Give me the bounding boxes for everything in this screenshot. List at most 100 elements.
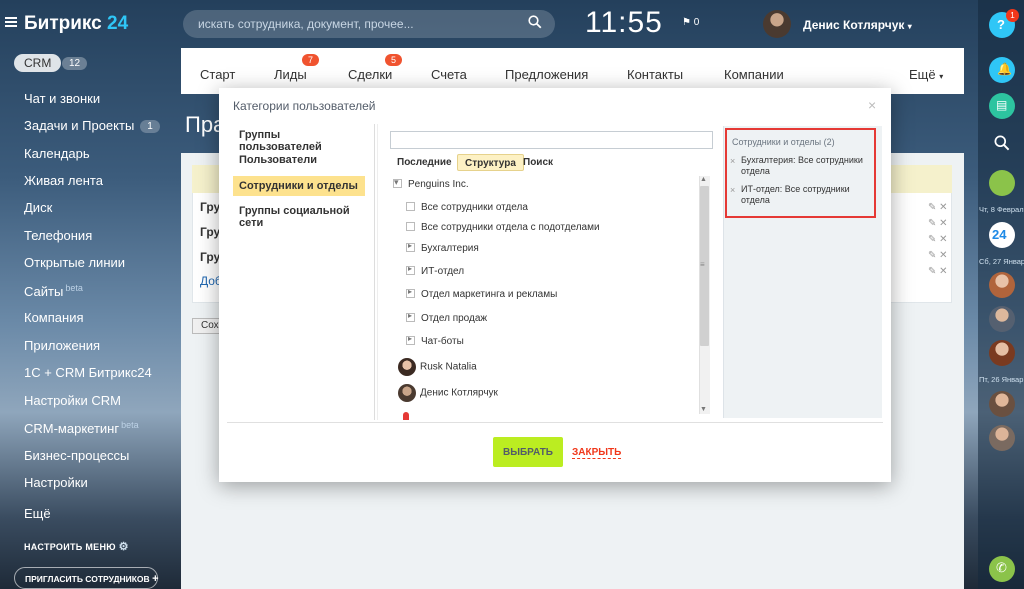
tab-deals[interactable]: Сделки 5 bbox=[348, 54, 403, 82]
sidebar-item[interactable]: Компания bbox=[24, 310, 84, 325]
expand-icon[interactable] bbox=[406, 287, 415, 298]
avatar[interactable] bbox=[989, 340, 1015, 366]
close-button[interactable]: ЗАКРЫТЬ bbox=[572, 447, 622, 459]
selected-item[interactable]: × ИТ-отдел: Все сотрудники отдела bbox=[730, 184, 870, 206]
user-name: Денис Котлярчук bbox=[803, 18, 905, 32]
tab-invoices[interactable]: Счета bbox=[431, 67, 467, 82]
menu-icon[interactable] bbox=[5, 17, 17, 27]
tab-recent[interactable]: Последние bbox=[390, 154, 459, 171]
phone-icon[interactable]: ✆ bbox=[989, 556, 1015, 582]
dept-it[interactable]: ИТ-отдел bbox=[406, 264, 465, 277]
configure-menu-link[interactable]: НАСТРОИТЬ МЕНЮ ⚙ bbox=[24, 540, 129, 553]
dept-sales[interactable]: Отдел продаж bbox=[406, 311, 487, 324]
close-icon[interactable]: × bbox=[868, 97, 876, 113]
expand-icon[interactable] bbox=[406, 334, 415, 345]
sidebar-item-label: Компания bbox=[24, 310, 84, 325]
user-menu[interactable]: Денис Котлярчук ▾ bbox=[803, 18, 912, 32]
logo-text: Битрикс bbox=[24, 13, 102, 34]
sidebar-item[interactable]: Сайты beta bbox=[24, 283, 83, 299]
sidebar-item-label: Сайты bbox=[24, 284, 64, 299]
avatar bbox=[398, 384, 416, 402]
sidebar-item-crm[interactable]: CRM bbox=[14, 54, 62, 72]
avatar[interactable] bbox=[989, 391, 1015, 417]
edit-delete-icons[interactable]: ✎ ✕ bbox=[928, 250, 948, 261]
remove-icon[interactable]: × bbox=[730, 185, 735, 196]
selected-item[interactable]: × Бухгалтерия: Все сотрудники отдела bbox=[730, 155, 870, 177]
bitrix24-icon[interactable]: 24 bbox=[989, 222, 1015, 248]
dialog-title: Категории пользователей bbox=[233, 99, 376, 113]
category-employees-departments[interactable]: Сотрудники и отделы bbox=[233, 176, 365, 196]
collapse-icon[interactable] bbox=[393, 177, 402, 188]
sidebar-item[interactable]: Телефония bbox=[24, 228, 92, 243]
checkbox[interactable] bbox=[406, 222, 415, 231]
search-icon[interactable] bbox=[994, 135, 1010, 151]
search-icon[interactable] bbox=[528, 15, 542, 29]
sidebar-item[interactable]: Открытые линии bbox=[24, 255, 125, 270]
tab-structure[interactable]: Структура bbox=[457, 154, 524, 171]
sidebar-item[interactable]: Настройки CRM bbox=[24, 393, 121, 408]
logo[interactable]: Битрикс 24 bbox=[24, 13, 128, 35]
dept-label: ИТ-отдел bbox=[421, 266, 465, 277]
person-item[interactable]: Rusk Natalia bbox=[398, 358, 477, 376]
edit-delete-icons[interactable]: ✎ ✕ bbox=[928, 202, 948, 213]
scroll-up-icon[interactable]: ▲ bbox=[700, 176, 707, 183]
tab-start[interactable]: Старт bbox=[200, 67, 235, 82]
tab-label: Счета bbox=[431, 67, 467, 82]
tab-quotes[interactable]: Предложения bbox=[505, 67, 588, 82]
dept-accounting[interactable]: Бухгалтерия bbox=[406, 241, 479, 254]
sidebar-item[interactable]: Живая лента bbox=[24, 173, 103, 188]
avatar[interactable] bbox=[989, 272, 1015, 298]
option-all-dept-sub[interactable]: Все сотрудники отдела с подотделами bbox=[406, 222, 600, 233]
expand-icon[interactable] bbox=[406, 241, 415, 252]
tree-root[interactable]: Penguins Inc. bbox=[393, 177, 469, 190]
sidebar-item[interactable]: 1С + CRM Битрикс24 bbox=[24, 365, 152, 380]
invite-button[interactable]: ПРИГЛАСИТЬ СОТРУДНИКОВ + bbox=[14, 567, 159, 589]
edit-delete-icons[interactable]: ✎ ✕ bbox=[928, 266, 948, 277]
avatar[interactable] bbox=[763, 10, 791, 38]
category-user-groups[interactable]: Группы пользователей bbox=[233, 125, 365, 153]
category-social-groups[interactable]: Группы социальной сети bbox=[233, 201, 365, 229]
search-input[interactable] bbox=[390, 131, 713, 149]
clock[interactable]: 11:55 bbox=[585, 6, 663, 40]
option-all-dept[interactable]: Все сотрудники отдела bbox=[406, 202, 528, 213]
edit-delete-icons[interactable]: ✎ ✕ bbox=[928, 234, 948, 245]
scroll-down-icon[interactable]: ▼ bbox=[700, 406, 707, 413]
remove-icon[interactable]: × bbox=[730, 156, 735, 167]
sidebar-item[interactable]: Настройки bbox=[24, 475, 88, 490]
sidebar-item-label: Живая лента bbox=[24, 173, 103, 188]
search-input[interactable]: искать сотрудника, документ, прочее... bbox=[183, 10, 555, 38]
flag-counter[interactable]: ⚑ 0 bbox=[682, 17, 699, 28]
avatar[interactable] bbox=[989, 425, 1015, 451]
sidebar-item[interactable]: Приложения bbox=[24, 338, 100, 353]
tab-companies[interactable]: Компании bbox=[724, 67, 784, 82]
tab-search[interactable]: Поиск bbox=[516, 154, 560, 171]
more-menu[interactable]: Ещё ▾ bbox=[909, 67, 943, 82]
sidebar-item[interactable]: Бизнес-процессы bbox=[24, 448, 129, 463]
person-item[interactable]: Денис Котлярчук bbox=[398, 384, 498, 402]
sidebar-item[interactable]: Ещё bbox=[24, 506, 51, 521]
bell-icon[interactable]: 🔔 bbox=[989, 57, 1015, 83]
expand-icon[interactable] bbox=[406, 264, 415, 275]
sidebar-item[interactable]: Задачи и Проекты 1 bbox=[24, 118, 160, 133]
option-label: Все сотрудники отдела с подотделами bbox=[421, 222, 600, 233]
tab-leads[interactable]: Лиды 7 bbox=[274, 54, 320, 82]
expand-icon[interactable] bbox=[406, 311, 415, 322]
sidebar-item[interactable]: Календарь bbox=[24, 146, 90, 161]
sidebar-item-label: Диск bbox=[24, 200, 53, 215]
dept-marketing[interactable]: Отдел маркетинга и рекламы bbox=[406, 287, 557, 300]
select-button[interactable]: ВЫБРАТЬ bbox=[493, 437, 563, 467]
tab-contacts[interactable]: Контакты bbox=[627, 67, 683, 82]
chat-icon[interactable]: ▤ bbox=[989, 93, 1015, 119]
beta-label: beta bbox=[121, 420, 139, 430]
checkbox[interactable] bbox=[406, 202, 415, 211]
dept-chatbots[interactable]: Чат-боты bbox=[406, 334, 464, 347]
sidebar-item[interactable]: CRM-маркетинг beta bbox=[24, 420, 139, 436]
edit-delete-icons[interactable]: ✎ ✕ bbox=[928, 218, 948, 229]
category-users[interactable]: Пользователи bbox=[233, 150, 365, 170]
avatar[interactable] bbox=[989, 306, 1015, 332]
sidebar-item[interactable]: Диск bbox=[24, 200, 52, 215]
sidebar-item-label: 1С + CRM Битрикс24 bbox=[24, 365, 152, 380]
configure-menu-label: НАСТРОИТЬ МЕНЮ bbox=[24, 542, 116, 552]
sidebar-item[interactable]: Чат и звонки bbox=[24, 91, 100, 106]
android-icon[interactable] bbox=[989, 170, 1015, 196]
